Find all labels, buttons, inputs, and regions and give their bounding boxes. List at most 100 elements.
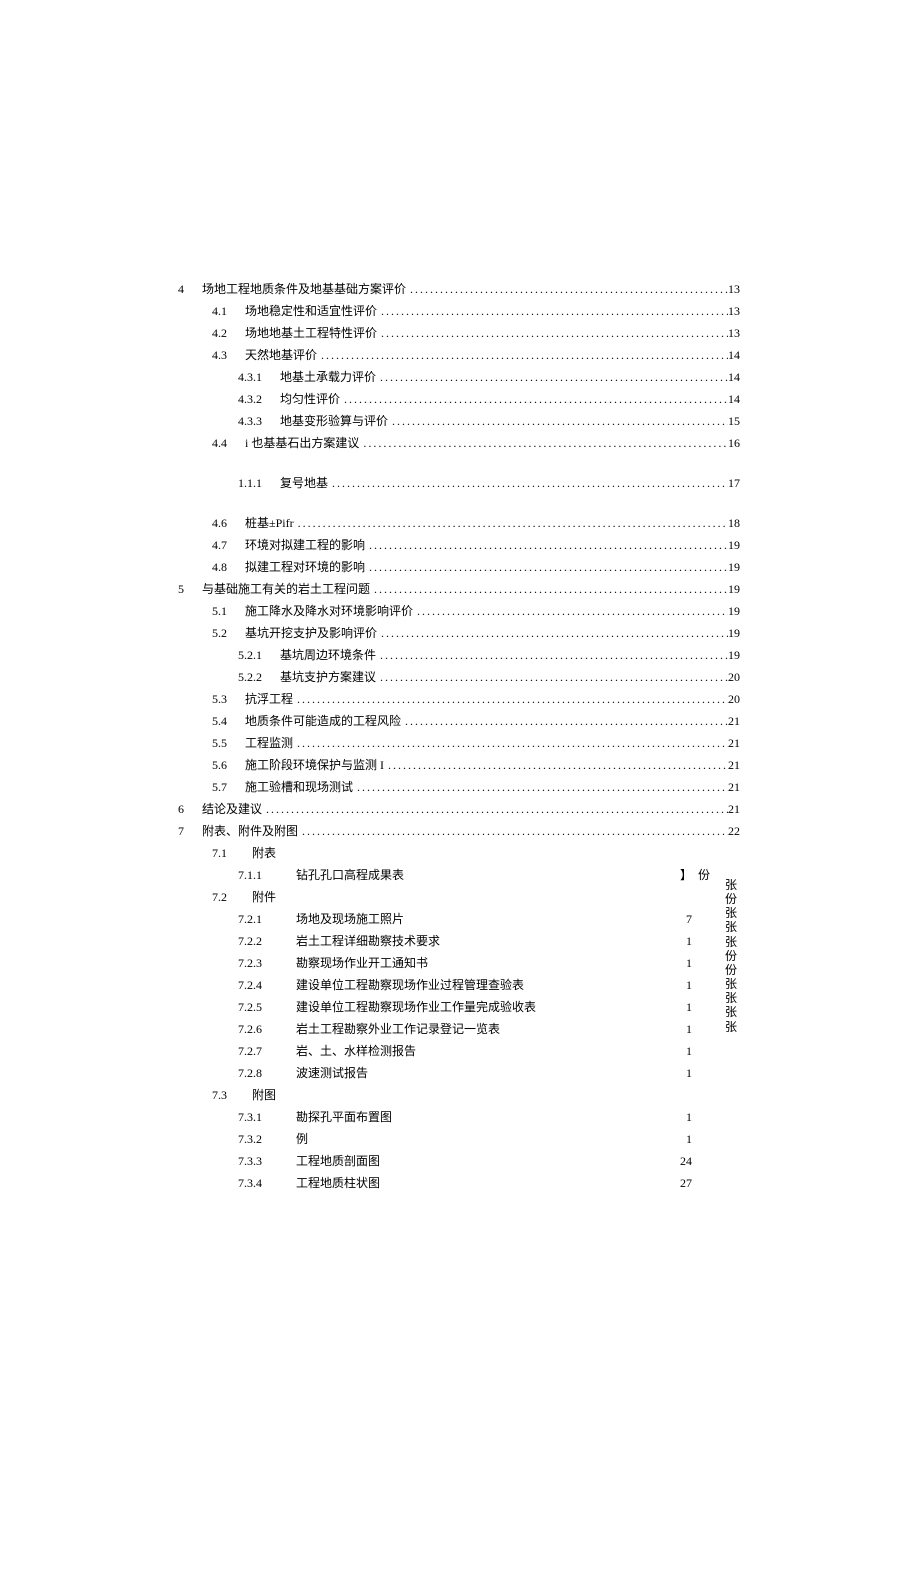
toc-page-number: 16 bbox=[728, 434, 740, 452]
unit-char: 张 bbox=[725, 1020, 737, 1034]
toc-number: 5.3 bbox=[212, 690, 227, 708]
toc-number: 4.3.3 bbox=[238, 412, 262, 430]
toc-entry: 5.2基坑开挖支护及影响评价19 bbox=[178, 624, 740, 642]
item-count: 1 bbox=[672, 954, 692, 972]
leader-dots bbox=[365, 536, 728, 554]
toc-entry: 5.7施工验槽和现场测试21 bbox=[178, 778, 740, 796]
toc-title: 勘探孔平面布置图 bbox=[284, 1108, 672, 1126]
leader-dots bbox=[377, 324, 728, 342]
toc-number: 7.1.1 bbox=[178, 866, 284, 884]
attachment-item: 7.2.5建设单位工程勘察现场作业工作量完成验收表1 bbox=[178, 998, 722, 1016]
toc-title: 施工验槽和现场测试 bbox=[227, 778, 353, 796]
item-unit: 份 bbox=[692, 866, 722, 884]
toc-number: 7.3.4 bbox=[178, 1174, 284, 1192]
toc-title: 岩土工程详细勘察技术要求 bbox=[284, 932, 672, 950]
toc-title: 基坑支护方案建议 bbox=[262, 668, 376, 686]
toc-number: 4.7 bbox=[212, 536, 227, 554]
item-count: 1 bbox=[672, 1042, 692, 1060]
toc-page-number: 15 bbox=[728, 412, 740, 430]
attachments-block: 7.1 附表 7.1.1 钻孔孔口高程成果表 】 份 7.2 附件 7.2.1场… bbox=[178, 844, 740, 1196]
item-count: 1 bbox=[672, 998, 692, 1016]
unit-char: 张 bbox=[725, 906, 737, 920]
toc-number: 4.3.2 bbox=[238, 390, 262, 408]
leader-dots bbox=[293, 690, 728, 708]
toc-page-number: 13 bbox=[728, 324, 740, 342]
toc-entry: 4.4i 也基基石出方案建议16 bbox=[178, 434, 740, 452]
toc-number: 7.2.1 bbox=[178, 910, 284, 928]
toc-page-number: 14 bbox=[728, 390, 740, 408]
toc-entry: 5.3抗浮工程 20 bbox=[178, 690, 740, 708]
toc-title: 建设单位工程勘察现场作业过程管理查验表 bbox=[284, 976, 672, 994]
leader-dots bbox=[370, 580, 728, 598]
item-count: 1 bbox=[672, 932, 692, 950]
toc-number: 4.8 bbox=[212, 558, 227, 576]
toc-entry: 5.1施工降水及降水对环境影响评价19 bbox=[178, 602, 740, 620]
attachment-item: 7.2.6岩土工程勘察外业工作记录登记一览表1 bbox=[178, 1020, 722, 1038]
item-count: 1 bbox=[672, 1130, 692, 1148]
toc-page-number: 20 bbox=[728, 690, 740, 708]
unit-char: 份 bbox=[725, 963, 737, 977]
item-count: 7 bbox=[672, 910, 692, 928]
toc-title: 场地工程地质条件及地基基础方案评价 bbox=[184, 280, 406, 298]
toc-page-number: 19 bbox=[728, 602, 740, 620]
toc-page-number: 14 bbox=[728, 368, 740, 386]
toc-title: 场地地基土工程特性评价 bbox=[227, 324, 377, 342]
toc-title: 波速测试报告 bbox=[284, 1064, 672, 1082]
toc-title: 附图 bbox=[240, 1086, 276, 1104]
toc-page-number: 19 bbox=[728, 580, 740, 598]
toc-title: 与基础施工有关的岩土工程问题 bbox=[184, 580, 370, 598]
toc-title: 地质条件可能造成的工程风险 bbox=[227, 712, 401, 730]
toc-number: 4.4 bbox=[212, 434, 227, 452]
item-count: 1 bbox=[672, 1064, 692, 1082]
toc-entry: 4.2场地地基土工程特性评价13 bbox=[178, 324, 740, 342]
toc-number: 5.2.1 bbox=[238, 646, 262, 664]
toc-page-number: 19 bbox=[728, 558, 740, 576]
unit-column: 张份张张张份份张张张张 bbox=[722, 844, 740, 1196]
item-count: 1 bbox=[672, 1020, 692, 1038]
leader-dots bbox=[365, 558, 728, 576]
toc-page-number: 18 bbox=[728, 514, 740, 532]
leader-dots bbox=[340, 390, 728, 408]
attachment-item: 7.2.1场地及现场施工照片7 bbox=[178, 910, 722, 928]
leader-dots bbox=[413, 602, 728, 620]
toc-entry: 5.5工程监测21 bbox=[178, 734, 740, 752]
toc-title: 场地稳定性和适宜性评价 bbox=[227, 302, 377, 320]
toc-number: 7.2.2 bbox=[178, 932, 284, 950]
toc-page-number: 19 bbox=[728, 624, 740, 642]
toc-number: 7.2.4 bbox=[178, 976, 284, 994]
toc-number: 4.3 bbox=[212, 346, 227, 364]
toc-number: 7.3.2 bbox=[178, 1130, 284, 1148]
toc-page-number: 17 bbox=[728, 474, 740, 492]
toc-title: 建设单位工程勘察现场作业工作量完成验收表 bbox=[284, 998, 672, 1016]
unit-char: 张 bbox=[725, 977, 737, 991]
section-7-2: 7.2 附件 bbox=[178, 888, 722, 906]
leader-dots bbox=[353, 778, 728, 796]
toc-title: 附表、附件及附图 bbox=[184, 822, 298, 840]
toc-number: 4.6 bbox=[212, 514, 227, 532]
toc-title: 附件 bbox=[240, 888, 276, 906]
toc-number: 5.5 bbox=[212, 734, 227, 752]
toc-entry: 5.4地质条件可能造成的工程风险21 bbox=[178, 712, 740, 730]
attachment-item: 7.3.3工程地质剖面图24 bbox=[178, 1152, 722, 1170]
toc-number: 5.6 bbox=[212, 756, 227, 774]
toc-number: 1.1.1 bbox=[238, 474, 262, 492]
toc-page-number: 21 bbox=[728, 756, 740, 774]
toc-number: 7.3.3 bbox=[178, 1152, 284, 1170]
toc-entry: 4.8拟建工程对环境的影响19 bbox=[178, 558, 740, 576]
unit-char: 张 bbox=[725, 920, 737, 934]
toc-title: 结论及建议 bbox=[184, 800, 262, 818]
leader-dots bbox=[388, 412, 728, 430]
toc-title: 抗浮工程 bbox=[227, 690, 293, 708]
leader-dots bbox=[359, 434, 728, 452]
attachment-item: 7.2.3勘察现场作业开工通知书1 bbox=[178, 954, 722, 972]
toc-number: 5.1 bbox=[212, 602, 227, 620]
leader-dots bbox=[401, 712, 728, 730]
toc-entry: 4.1场地稳定性和适宜性评价13 bbox=[178, 302, 740, 320]
toc-entry: 5.2.2基坑支护方案建议20 bbox=[178, 668, 740, 686]
toc-number: 7.2.5 bbox=[178, 998, 284, 1016]
toc-title: 场地及现场施工照片 bbox=[284, 910, 672, 928]
toc-title: 岩、土、水样检测报告 bbox=[284, 1042, 672, 1060]
toc-title: 均匀性评价 bbox=[262, 390, 340, 408]
unit-char: 张 bbox=[725, 935, 737, 949]
toc-number: 5.4 bbox=[212, 712, 227, 730]
